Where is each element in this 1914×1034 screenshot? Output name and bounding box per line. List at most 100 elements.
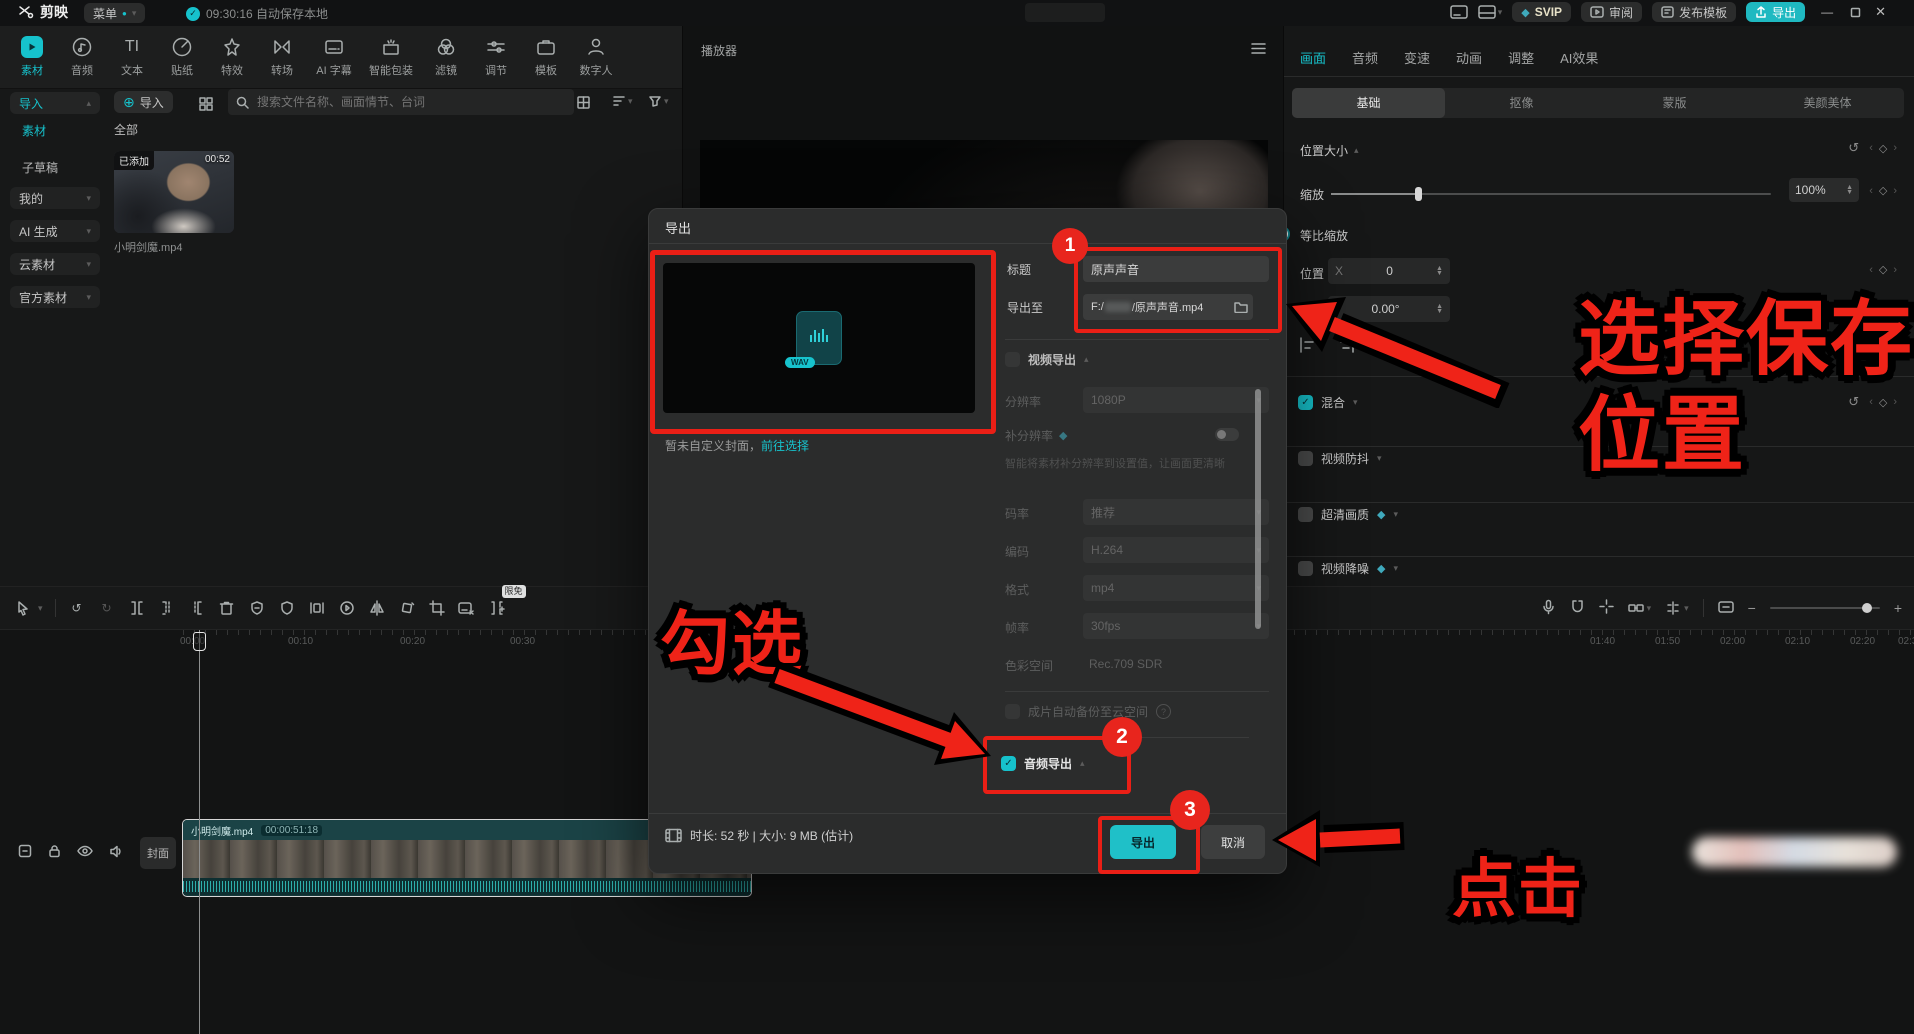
stabilize-checkbox[interactable] (1298, 451, 1313, 466)
split-tool[interactable] (122, 594, 152, 622)
reset-icon[interactable]: ↺ (1848, 140, 1859, 156)
ai-mask-tool[interactable] (242, 594, 272, 622)
zoom-slider-handle[interactable] (1862, 603, 1872, 613)
zoom-out-icon[interactable]: − (1748, 600, 1756, 616)
sidebar-group-mine[interactable]: 我的▾ (10, 187, 100, 209)
preview-axis-icon[interactable]: ▾ (1665, 601, 1689, 615)
position-x-field[interactable]: X 0 ▲▼ (1328, 258, 1450, 284)
hd-label[interactable]: 超清画质 (1321, 506, 1369, 523)
zoom-in-icon[interactable]: + (1894, 600, 1902, 616)
review-button[interactable]: 审阅 (1581, 2, 1642, 22)
cloud-backup-checkbox[interactable] (1005, 704, 1020, 719)
ribbon-item-sticker[interactable]: 贴纸 (158, 36, 206, 78)
ribbon-item-filters[interactable]: 滤镜 (422, 36, 470, 78)
dialog-scrollbar[interactable] (1255, 389, 1261, 629)
extract-clip-tool[interactable]: 限免 (482, 594, 512, 622)
select-tool-chevron[interactable]: ▾ (38, 603, 43, 614)
sidebar-item-subdraft[interactable]: 子草稿 (22, 159, 58, 176)
ribbon-item-text[interactable]: TI 文本 (108, 36, 156, 78)
ribbon-item-audio[interactable]: 音频 (58, 36, 106, 78)
keyframe-controls[interactable]: ‹◇› (1869, 142, 1897, 155)
section-pos-size[interactable]: 位置大小 (1300, 142, 1348, 159)
tab-ai-effects[interactable]: AI效果 (1560, 48, 1598, 67)
split-left-tool[interactable] (152, 594, 182, 622)
sidebar-group-official[interactable]: 官方素材▾ (10, 286, 100, 308)
linkage-icon[interactable]: ▾ (1628, 601, 1652, 615)
sidebar-group-ai[interactable]: AI 生成▾ (10, 220, 100, 242)
scale-slider[interactable] (1331, 193, 1771, 195)
rotate-tool[interactable] (392, 594, 422, 622)
caption-clear-tool[interactable] (452, 594, 482, 622)
sidebar-group-cloud[interactable]: 云素材▾ (10, 253, 100, 275)
redo-button[interactable]: ↻ (92, 594, 122, 622)
denoise-label[interactable]: 视频降噪 (1321, 560, 1369, 577)
lock-icon[interactable] (48, 844, 61, 858)
hd-checkbox[interactable] (1298, 507, 1313, 522)
auto-snap-icon[interactable] (1599, 599, 1614, 617)
ribbon-item-ai-captions[interactable]: AI 字幕 (308, 36, 360, 78)
svip-button[interactable]: ◆ SVIP (1512, 2, 1571, 22)
grid-view-icon[interactable] (576, 95, 591, 110)
ribbon-item-effects[interactable]: 特效 (208, 36, 256, 78)
layout-toggle-icon[interactable] (1450, 4, 1468, 20)
main-track-magnet-icon[interactable] (1570, 599, 1585, 617)
cancel-button[interactable]: 取消 (1201, 825, 1265, 859)
bitrate-dropdown[interactable]: 推荐▾ (1083, 499, 1269, 525)
delete-tool[interactable] (212, 594, 242, 622)
browse-folder-button[interactable] (1229, 294, 1253, 320)
freeze-frame-tool[interactable] (302, 594, 332, 622)
speaker-icon[interactable] (109, 845, 123, 858)
format-dropdown[interactable]: mp4▾ (1083, 575, 1269, 601)
keyframe-controls[interactable]: ‹◇› (1869, 396, 1897, 409)
info-icon[interactable]: ? (1156, 704, 1171, 719)
layout-split-icon[interactable]: ▾ (1478, 4, 1503, 20)
import-button[interactable]: ⊕ 导入 (114, 91, 173, 113)
mask-tool[interactable] (272, 594, 302, 622)
video-export-checkbox[interactable] (1005, 352, 1020, 367)
subtab-beauty[interactable]: 美颜美体 (1751, 88, 1904, 118)
reset-icon[interactable]: ↺ (1848, 394, 1859, 410)
filter-icon[interactable]: ▾ (648, 94, 669, 108)
ribbon-item-digital-human[interactable]: 数字人 (572, 36, 620, 78)
keyframe-controls[interactable]: ‹◇› (1869, 184, 1897, 197)
denoise-checkbox[interactable] (1298, 561, 1313, 576)
speed-tool[interactable] (332, 594, 362, 622)
audio-export-label[interactable]: 音频导出 (1024, 755, 1072, 772)
tab-adjust[interactable]: 调整 (1508, 48, 1534, 67)
undo-button[interactable]: ↺ (62, 594, 92, 622)
stepper-icon[interactable]: ▲▼ (1846, 185, 1853, 195)
ribbon-item-templates[interactable]: 模板 (522, 36, 570, 78)
crop-tool[interactable] (422, 594, 452, 622)
menu-button[interactable]: 菜单 ● ▾ (84, 3, 145, 23)
grid-small-icon[interactable] (198, 96, 214, 112)
subtab-cutout[interactable]: 抠像 (1445, 88, 1598, 118)
fps-dropdown[interactable]: 30fps▾ (1083, 613, 1269, 639)
super-res-toggle[interactable] (1215, 428, 1239, 441)
title-input[interactable]: 原声声音 (1083, 256, 1269, 282)
fit-timeline-icon[interactable] (1718, 600, 1734, 617)
record-mic-icon[interactable] (1541, 599, 1556, 618)
path-input[interactable]: F:/ /原声声音.mp4 (1083, 294, 1239, 320)
eye-icon[interactable] (77, 845, 93, 857)
tab-canvas[interactable]: 画面 (1300, 48, 1326, 67)
media-thumbnail[interactable]: 已添加 00:52 (114, 151, 234, 233)
timeline-zoom-slider[interactable] (1770, 607, 1880, 609)
sidebar-item-material[interactable]: 素材 (22, 122, 46, 139)
subtab-basic[interactable]: 基础 (1292, 88, 1445, 118)
ribbon-item-adjust[interactable]: 调节 (472, 36, 520, 78)
filter-all-label[interactable]: 全部 (114, 121, 138, 138)
ribbon-item-media[interactable]: 素材 (8, 36, 56, 78)
publish-template-button[interactable]: 发布模板 (1652, 2, 1736, 22)
split-right-tool[interactable] (182, 594, 212, 622)
sort-icon[interactable]: ▾ (612, 94, 633, 108)
stabilize-label[interactable]: 视频防抖 (1321, 450, 1369, 467)
search-box[interactable] (228, 89, 574, 115)
video-export-label[interactable]: 视频导出 (1028, 351, 1076, 368)
stepper-icon[interactable]: ▲▼ (1436, 266, 1443, 276)
minimize-button[interactable]: — (1815, 5, 1839, 19)
resolution-dropdown[interactable]: 1080P▾ (1083, 387, 1269, 413)
subtab-mask[interactable]: 蒙版 (1598, 88, 1751, 118)
close-button[interactable]: ✕ (1871, 4, 1890, 20)
search-input[interactable] (255, 94, 539, 110)
cover-button[interactable]: 封面 (140, 837, 176, 869)
